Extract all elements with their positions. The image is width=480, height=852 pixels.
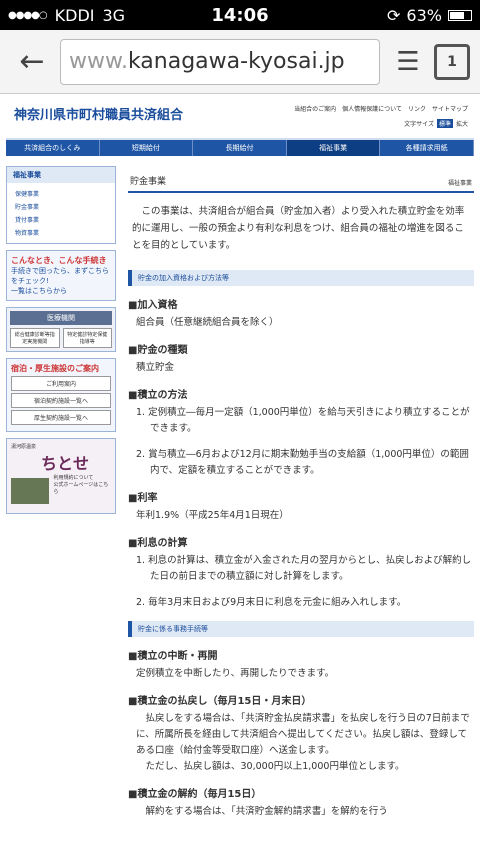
section-text: 積立貯金 (136, 362, 175, 373)
chitose-photo (11, 478, 50, 504)
site-header: 神奈川県市町村職員共済組合 当組合のご案内 個人情報保護について リンク サイト… (0, 94, 480, 134)
address-bar[interactable]: www. kanagawa-kyosai.jp (60, 38, 380, 85)
section-heading: ■積立の方法 (128, 390, 188, 401)
header-link[interactable]: 当組合のご案内 (294, 104, 336, 113)
sidebar-menu: 福祉事業 保健事業 貯金事業 貸付事業 物資事業 (6, 166, 116, 244)
back-arrow-icon[interactable]: ← (10, 44, 54, 79)
list-item: 2. 毎年3月末日および9月末日に利息を元金に組み入れします。 (136, 597, 407, 608)
sidebar-item[interactable]: 物資事業 (15, 226, 107, 239)
status-bar: ●●●●○ KDDI 3G 14:06 ⟳ 63% (0, 0, 480, 30)
facility-heading: 宿泊・厚生施設のご案内 (11, 364, 99, 373)
sidebar: 福祉事業 保健事業 貯金事業 貸付事業 物資事業 こんなとき、こんな手続き 手続… (6, 166, 116, 820)
medical-button[interactable]: 特定健診特定保健指導等 (62, 328, 112, 348)
section-text: 組合員（任意継続組合員を除く） (136, 317, 279, 328)
main-content: 貯金事業 福祉事業 この事業は、共済組合が組合員（貯金加入者）より受入れた積立貯… (128, 166, 474, 820)
section-text: 解約をする場合は、「共済貯金解約請求書」を解約を行う (145, 806, 388, 817)
sidebar-item[interactable]: 貯金事業 (15, 200, 107, 213)
header-link[interactable]: リンク (408, 104, 426, 113)
signal-icon: ●●●●○ (8, 9, 48, 21)
section-text: 払戻しをする場合は、「共済貯金払戻請求書」を払戻しを行う日の7日前までに、所属所… (136, 713, 470, 756)
procedures-banner[interactable]: こんなとき、こんな手続き 手続きで困ったら、まずこちらをチェック! 一覧はこちら… (6, 250, 116, 301)
page-title-bar: 貯金事業 福祉事業 (128, 170, 474, 193)
sidebar-item[interactable]: 貸付事業 (15, 213, 107, 226)
clock: 14:06 (211, 4, 269, 26)
list-item: 1. 定例積立―毎月一定額（1,000円単位）を給与天引きにより積立することがで… (136, 407, 470, 434)
medical-heading: 医療機関 (10, 311, 112, 325)
header-link[interactable]: サイトマップ (432, 104, 468, 113)
rotation-lock-icon: ⟳ (387, 5, 401, 25)
chitose-banner[interactable]: 湯河原温泉 ちとせ 利用規約について 公式ホームページはこちら (6, 438, 116, 514)
url-text: kanagawa-kyosai.jp (127, 49, 345, 74)
chitose-use-link[interactable]: 利用規約について (53, 474, 111, 481)
section-heading: ■積立の中断・再開 (128, 651, 218, 662)
url-prefix: www. (69, 49, 128, 74)
nav-item[interactable]: 短期給付 (100, 140, 194, 156)
section-heading: ■加入資格 (128, 300, 178, 311)
battery-icon (447, 9, 472, 21)
section-band: 貯金の加入資格および方法等 (128, 270, 474, 286)
page-title: 貯金事業 (130, 177, 167, 187)
sidebar-title: 福祉事業 (7, 167, 115, 183)
section-heading: ■利息の計算 (128, 538, 188, 549)
section-text: 年利1.9%（平成25年4月1日現在） (136, 510, 289, 521)
carrier: KDDI (54, 5, 95, 25)
chitose-official-link[interactable]: 公式ホームページはこちら (53, 481, 111, 495)
list-item: 2. 賞与積立―6月および12月に期末勤勉手当の支給額（1,000円単位）の範囲… (136, 449, 469, 476)
battery-percent: 63% (406, 5, 442, 25)
section-heading: ■積立金の払戻し（毎月15日・月末日） (128, 696, 312, 707)
font-size-label: 文字サイズ (404, 121, 434, 128)
nav-item-active[interactable]: 福祉事業 (286, 140, 381, 156)
facility-box: 宿泊・厚生施設のご案内 ご利用案内 宿泊契約施設一覧へ 厚生契約施設一覧へ (6, 358, 116, 432)
menu-icon[interactable]: ☰ (386, 47, 430, 77)
web-page: 神奈川県市町村職員共済組合 当組合のご案内 個人情報保護について リンク サイト… (0, 94, 480, 852)
section-heading: ■積立金の解約（毎月15日） (128, 789, 262, 800)
nav-item[interactable]: 各種請求用紙 (380, 140, 474, 156)
facility-button[interactable]: 宿泊契約施設一覧へ (11, 393, 111, 408)
facility-button[interactable]: ご利用案内 (11, 376, 111, 391)
network: 3G (102, 5, 126, 25)
intro-text: この事業は、共済組合が組合員（貯金加入者）より受入れた積立貯金を効率的に運用し、… (132, 206, 465, 251)
section-heading: ■貯金の種類 (128, 345, 188, 356)
nav-item[interactable]: 長期給付 (193, 140, 287, 156)
header-link[interactable]: 個人情報保護について (342, 104, 402, 113)
tabs-button[interactable]: 1 (434, 43, 470, 80)
section-text: 定例積立を中断したり、再開したりできます。 (136, 668, 335, 679)
chitose-name: ちとせ (41, 454, 90, 473)
banner-link[interactable]: 一覧はこちらから (11, 286, 111, 296)
font-size-standard[interactable]: 標準 (436, 119, 453, 128)
header-links: 当組合のご案内 個人情報保護について リンク サイトマップ 文字サイズ 標準 拡… (294, 104, 468, 134)
medical-button[interactable]: 総合健康診断等指定実施機関 (10, 328, 60, 348)
section-band: 貯金に係る事務手続等 (128, 621, 474, 637)
medical-box: 医療機関 総合健康診断等指定実施機関 特定健診特定保健指導等 (6, 307, 116, 352)
sidebar-item[interactable]: 保健事業 (15, 187, 107, 200)
section-text: ただし、払戻し額は、30,000円以上1,000円単位とします。 (145, 761, 405, 772)
chitose-label: 湯河原温泉 (11, 444, 37, 450)
browser-toolbar: ← www. kanagawa-kyosai.jp ☰ 1 (0, 30, 480, 94)
banner-text: 手続きで困ったら、まずこちらをチェック! (11, 267, 109, 285)
section-heading: ■利率 (128, 493, 158, 504)
site-logo[interactable]: 神奈川県市町村職員共済組合 (14, 104, 183, 134)
main-nav: 共済組合のしくみ 短期給付 長期給付 福祉事業 各種請求用紙 (6, 138, 474, 156)
font-size-large[interactable]: 拡大 (456, 119, 468, 128)
facility-button[interactable]: 厚生契約施設一覧へ (11, 410, 111, 425)
banner-heading: こんなとき、こんな手続き (11, 256, 107, 265)
page-category: 福祉事業 (447, 180, 472, 187)
nav-item[interactable]: 共済組合のしくみ (6, 140, 100, 156)
list-item: 1. 利息の計算は、積立金が入金された月の翌月からとし、払戻しおよび解約した日の… (136, 555, 472, 582)
